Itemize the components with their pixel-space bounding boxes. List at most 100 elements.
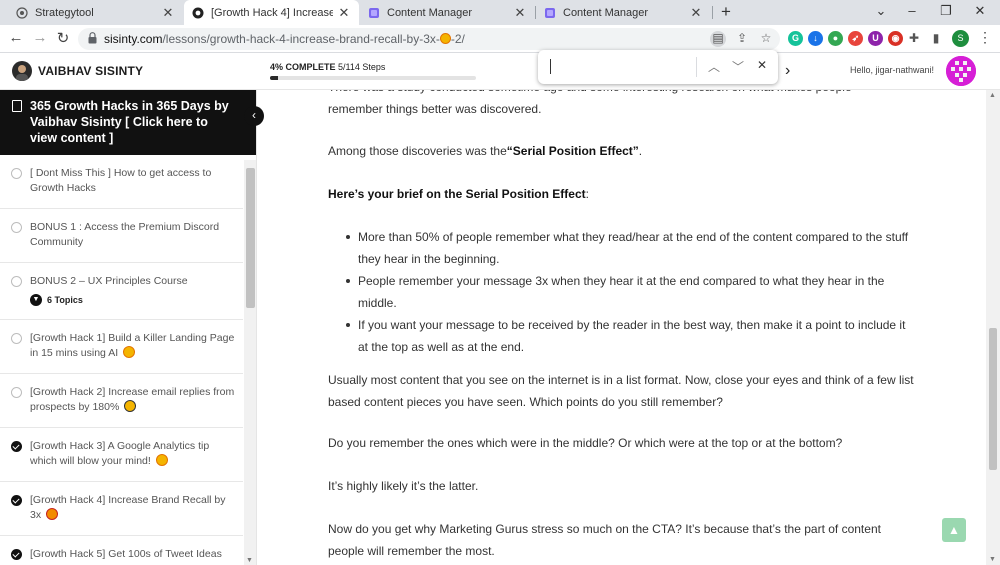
site-favicon-icon <box>192 7 204 18</box>
lesson-item[interactable]: [ Dont Miss This ] How to get access to … <box>0 155 243 209</box>
tab-title: [Growth Hack 4] Increase Brand R <box>211 6 333 19</box>
url-text: sisinty.com/lessons/growth-hack-4-increa… <box>104 32 465 46</box>
incomplete-circle-icon <box>11 222 22 233</box>
paragraph-cut: There was a study conducted sometime ago… <box>328 90 918 98</box>
lesson-title[interactable]: [Growth Hack 4] Increase Brand Recall by… <box>30 493 235 523</box>
green-ext-icon[interactable]: ● <box>828 31 843 46</box>
scroll-up-arrow-icon[interactable]: ▲ <box>989 92 996 99</box>
serial-position-effect-bold: “Serial Position Effect” <box>506 144 639 158</box>
lesson-item[interactable]: [Growth Hack 2] Increase email replies f… <box>0 374 243 428</box>
reload-icon[interactable]: ↻ <box>53 29 73 47</box>
rocket-ext-icon[interactable]: ➶ <box>848 31 863 46</box>
progress-percent: 4% COMPLETE <box>270 62 336 72</box>
close-tab-icon[interactable]: ✕ <box>161 5 175 21</box>
tab-title: Strategytool <box>35 6 94 19</box>
lesson-item-current[interactable]: [Growth Hack 4] Increase Brand Recall by… <box>0 482 243 536</box>
find-close-icon[interactable]: ✕ <box>754 58 770 72</box>
side-panel-icon[interactable]: ▮ <box>928 31 944 47</box>
lesson-title-text: [Growth Hack 4] Increase Brand Recall by… <box>30 494 226 521</box>
find-input[interactable] <box>550 59 551 74</box>
user-avatar[interactable] <box>946 56 976 86</box>
address-bar[interactable]: sisinty.com/lessons/growth-hack-4-increa… <box>78 28 780 50</box>
bookmark-star-icon[interactable]: ☆ <box>758 31 774 47</box>
tab-content-manager-1[interactable]: Content Manager ✕ <box>360 0 535 25</box>
sidebar-scrollbar-thumb[interactable] <box>246 168 255 308</box>
lesson-item[interactable]: [Growth Hack 1] Build a Killer Landing P… <box>0 320 243 374</box>
globe-icon <box>16 6 28 19</box>
close-tab-icon[interactable]: ✕ <box>513 5 527 21</box>
u-ext-icon[interactable]: U <box>868 31 883 46</box>
url-suffix: -2/ <box>450 32 465 46</box>
find-next-icon[interactable]: ﹀ <box>730 58 746 75</box>
share-icon[interactable]: ⇪ <box>734 31 750 47</box>
lock-icon[interactable] <box>88 32 97 44</box>
close-tab-icon[interactable]: ✕ <box>337 5 351 21</box>
content-manager-icon <box>369 7 379 18</box>
close-tab-icon[interactable]: ✕ <box>689 5 703 21</box>
lesson-title[interactable]: BONUS 1 : Access the Premium Discord Com… <box>30 220 235 250</box>
lesson-item[interactable]: BONUS 1 : Access the Premium Discord Com… <box>0 209 243 263</box>
tab-content-manager-2[interactable]: Content Manager ✕ <box>536 0 711 25</box>
restore-icon[interactable]: ❐ <box>936 3 956 19</box>
paragraph-5: Do you remember the ones which were in t… <box>328 436 843 450</box>
paragraph-4: Usually most content that you see on the… <box>328 373 914 409</box>
forward-arrow-icon[interactable]: → <box>30 29 50 46</box>
paragraph-2-text: Among those discoveries was the <box>328 144 507 158</box>
collapse-sidebar-button[interactable]: ‹ <box>244 106 264 126</box>
browser-menu-icon[interactable]: ⋮ <box>978 29 992 46</box>
extensions-puzzle-icon[interactable]: ✚ <box>906 31 922 47</box>
new-tab-plus-icon[interactable]: + <box>716 2 736 22</box>
brief-heading-end: : <box>585 187 589 201</box>
next-lesson-chevron-icon[interactable]: › <box>785 62 790 80</box>
brand-avatar[interactable] <box>12 61 32 81</box>
progress-steps: 5/114 Steps <box>338 62 386 72</box>
find-previous-icon[interactable]: ︿ <box>706 58 722 75</box>
tab-search-chevron-icon[interactable]: ⌄ <box>871 3 891 19</box>
scroll-down-arrow-icon[interactable]: ▼ <box>989 556 996 563</box>
user-greeting[interactable]: Hello, jigar-nathwani! <box>850 65 934 75</box>
lesson-title[interactable]: [Growth Hack 3] A Google Analytics tip w… <box>30 439 235 469</box>
browser-tab-strip: Strategytool ✕ [Growth Hack 4] Increase … <box>0 0 1000 25</box>
lesson-item[interactable]: [Growth Hack 3] A Google Analytics tip w… <box>0 428 243 482</box>
window-close-icon[interactable]: ✕ <box>970 3 990 19</box>
incomplete-circle-icon <box>11 387 22 398</box>
lesson-title[interactable]: BONUS 2 – UX Principles Course <box>30 274 235 289</box>
document-icon <box>12 100 22 112</box>
lesson-title[interactable]: [ Dont Miss This ] How to get access to … <box>30 166 235 196</box>
lesson-item[interactable]: [Growth Hack 5] Get 100s of Tweet Ideas <box>0 536 243 565</box>
page-scrollbar-thumb[interactable] <box>989 328 997 470</box>
bullet-list: More than 50% of people remember what th… <box>346 226 918 358</box>
sunglasses-emoji-icon <box>124 400 137 412</box>
paragraph-7: Now do you get why Marketing Gurus stres… <box>328 522 881 558</box>
paragraph-2-end: . <box>638 144 643 158</box>
sidebar-scrollbar[interactable]: ▼ <box>244 160 256 565</box>
bullet-item: More than 50% of people remember what th… <box>346 226 918 270</box>
page-action-icon[interactable]: ▤ <box>710 31 726 47</box>
progress-bar-fill <box>270 76 279 80</box>
mind-blown-emoji-icon <box>155 454 168 466</box>
lesson-item[interactable]: BONUS 2 – UX Principles Course ▼ 6 Topics <box>0 263 243 320</box>
tab-growth-hack-4[interactable]: [Growth Hack 4] Increase Brand R ✕ <box>184 0 359 25</box>
lesson-title[interactable]: [Growth Hack 5] Get 100s of Tweet Ideas <box>30 547 235 562</box>
completed-check-icon <box>11 495 22 506</box>
brand-name[interactable]: VAIBHAV SISINTY <box>38 64 143 78</box>
back-to-top-button[interactable]: ▲ <box>942 518 966 542</box>
completed-check-icon <box>11 549 22 560</box>
star-struck-emoji-icon <box>46 508 59 520</box>
minimize-icon[interactable]: – <box>902 3 922 18</box>
page-scrollbar[interactable]: ▲ ▼ <box>986 90 1000 565</box>
lesson-title[interactable]: [Growth Hack 2] Increase email replies f… <box>30 385 235 415</box>
bullet-item: If you want your message to be received … <box>346 314 918 358</box>
find-in-page-bar: ︿ ﹀ ✕ <box>538 50 778 84</box>
scroll-down-arrow-icon[interactable]: ▼ <box>246 557 253 564</box>
download-icon[interactable]: ↓ <box>808 31 823 46</box>
course-title[interactable]: 365 Growth Hacks in 365 Days by Vaibhav … <box>30 98 235 146</box>
course-title-header[interactable]: 365 Growth Hacks in 365 Days by Vaibhav … <box>0 90 256 155</box>
red-ext-icon[interactable]: ◉ <box>888 31 903 46</box>
grammarly-icon[interactable]: G <box>788 31 803 46</box>
topics-toggle[interactable]: ▼ 6 Topics <box>30 294 83 306</box>
profile-avatar[interactable]: S <box>952 30 969 47</box>
back-arrow-icon[interactable]: ← <box>6 29 26 46</box>
lesson-title[interactable]: [Growth Hack 1] Build a Killer Landing P… <box>30 331 235 361</box>
tab-strategytool[interactable]: Strategytool ✕ <box>8 0 183 25</box>
